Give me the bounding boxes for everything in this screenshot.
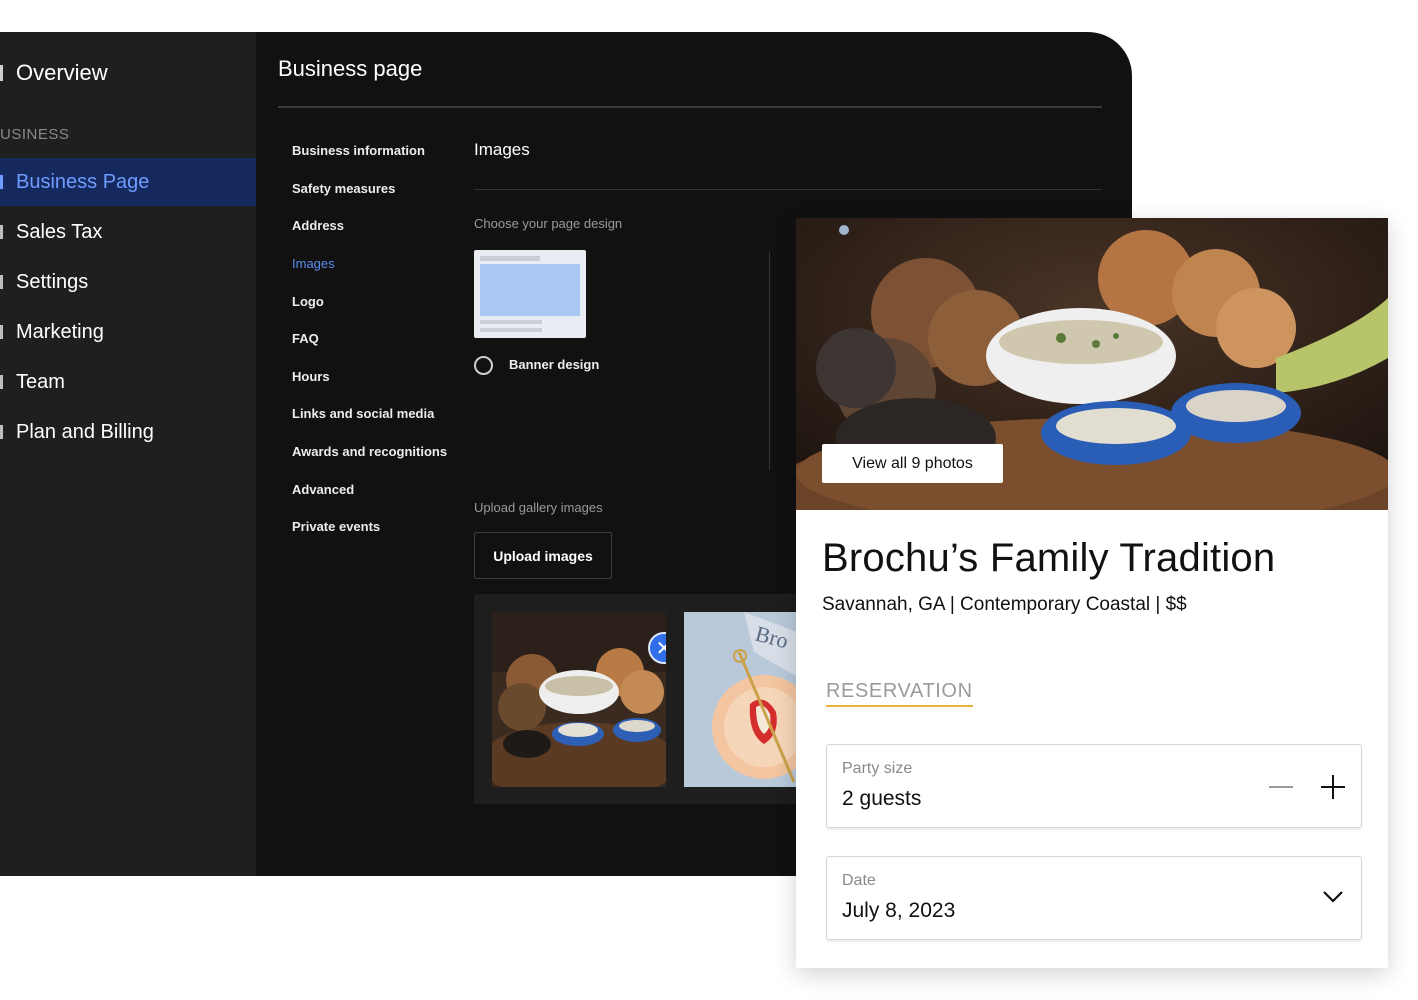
subnav-business-information[interactable]: Business information [292, 132, 472, 170]
banner-design-radio[interactable] [474, 356, 493, 375]
tab-reservation[interactable]: RESERVATION [826, 680, 973, 707]
subnav-faq[interactable]: FAQ [292, 320, 472, 358]
sidebar-bullet-icon [0, 425, 3, 439]
chevron-down-icon[interactable] [1321, 889, 1345, 905]
sidebar: Overview USINESS Business Page Sales Tax… [0, 32, 256, 876]
images-section-title: Images [474, 140, 530, 159]
hero-photo: View all 9 photos [796, 218, 1388, 510]
date-label: Date [842, 872, 876, 889]
settings-subnav: Business information Safety measures Add… [292, 132, 472, 546]
thumbnail-text-line [480, 328, 542, 332]
party-size-label: Party size [842, 760, 913, 777]
gallery-image-cocktail[interactable]: Bro [684, 612, 814, 787]
cocktail-image: Bro [684, 612, 814, 787]
vertical-divider [769, 252, 770, 470]
thumbnail-banner-block [480, 264, 580, 316]
restaurant-meta: Savannah, GA | Contemporary Coastal | $$ [822, 594, 1187, 615]
close-icon: ✕ [655, 637, 666, 660]
restaurant-name: Brochu’s Family Tradition [822, 536, 1276, 580]
page-design-label: Choose your page design [474, 216, 623, 231]
page-title: Business page [278, 56, 423, 81]
title-divider [278, 106, 1102, 108]
subnav-logo[interactable]: Logo [292, 282, 472, 320]
subnav-address[interactable]: Address [292, 207, 472, 245]
gallery-grid: ✕ Bro [474, 594, 814, 804]
subnav-images[interactable]: Images [292, 245, 472, 283]
subnav-links-social-media[interactable]: Links and social media [292, 395, 472, 433]
sidebar-section-heading: USINESS [0, 126, 70, 143]
upload-images-button[interactable]: Upload images [474, 532, 612, 579]
food-platter-image [492, 612, 666, 787]
date-field[interactable]: Date July 8, 2023 [826, 856, 1362, 940]
subnav-advanced[interactable]: Advanced [292, 470, 472, 508]
sidebar-item-sales-tax[interactable]: Sales Tax [0, 208, 256, 256]
party-size-value: 2 guests [842, 787, 922, 810]
sidebar-bullet-icon [0, 275, 3, 289]
sidebar-bullet-icon [0, 375, 3, 389]
view-all-photos-button[interactable]: View all 9 photos [822, 444, 1003, 483]
sidebar-item-business-page[interactable]: Business Page [0, 158, 256, 206]
sidebar-bullet-icon [0, 65, 3, 81]
section-divider [474, 189, 1102, 190]
sidebar-item-overview[interactable]: Overview [0, 58, 108, 88]
increase-party-button[interactable] [1321, 775, 1345, 799]
sidebar-bullet-icon [0, 325, 3, 339]
upload-gallery-label: Upload gallery images [474, 500, 603, 515]
sidebar-item-label: Sales Tax [16, 220, 103, 243]
sidebar-item-label: Team [16, 370, 65, 393]
sidebar-item-team[interactable]: Team [0, 358, 256, 406]
thumbnail-text-line [480, 320, 542, 324]
sidebar-nav: Business Page Sales Tax Settings Marketi… [0, 158, 256, 458]
banner-design-label: Banner design [509, 357, 600, 372]
sidebar-item-plan-and-billing[interactable]: Plan and Billing [0, 408, 256, 456]
banner-design-thumbnail[interactable] [474, 250, 586, 338]
thumbnail-header-bar [480, 256, 540, 261]
subnav-hours[interactable]: Hours [292, 358, 472, 396]
sidebar-bullet-icon [0, 225, 3, 239]
sidebar-item-label: Marketing [16, 320, 104, 343]
gallery-image-food-platter[interactable]: ✕ [492, 612, 666, 787]
sidebar-item-label: Business Page [16, 170, 150, 193]
subnav-awards-recognitions[interactable]: Awards and recognitions [292, 433, 472, 471]
sidebar-item-marketing[interactable]: Marketing [0, 308, 256, 356]
sidebar-item-label: Settings [16, 270, 89, 293]
party-size-field: Party size 2 guests [826, 744, 1362, 828]
decrease-party-button[interactable] [1269, 786, 1293, 788]
subnav-safety-measures[interactable]: Safety measures [292, 170, 472, 208]
sidebar-item-label: Overview [16, 60, 108, 85]
sidebar-item-label: Plan and Billing [16, 420, 154, 443]
subnav-private-events[interactable]: Private events [292, 508, 472, 546]
sidebar-item-settings[interactable]: Settings [0, 258, 256, 306]
restaurant-preview-card: View all 9 photos Brochu’s Family Tradit… [796, 218, 1388, 968]
date-value: July 8, 2023 [842, 899, 956, 922]
sidebar-bullet-icon [0, 175, 3, 189]
